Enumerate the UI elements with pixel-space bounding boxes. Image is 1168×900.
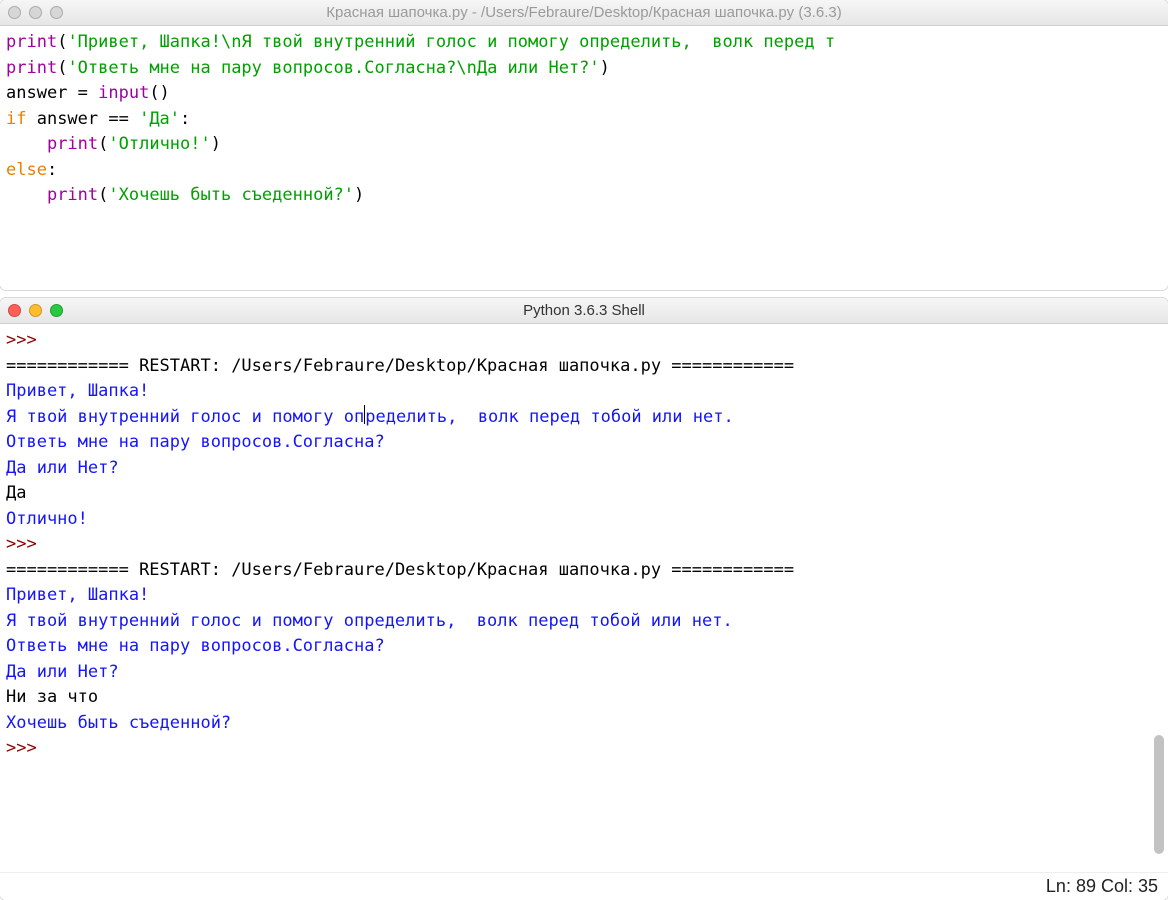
shell-output: Ответь мне на пару вопросов.Согласна? — [6, 432, 385, 452]
shell-output: Хочешь быть съеденной? — [6, 713, 231, 733]
scrollbar-thumb[interactable] — [1154, 735, 1164, 854]
shell-content[interactable]: >>> ============ RESTART: /Users/Febraur… — [0, 324, 1168, 792]
code-str: 'Хочешь быть съеденной?' — [108, 185, 354, 205]
code-fn: print — [6, 58, 57, 78]
cursor-position: Ln: 89 Col: 35 — [1046, 876, 1158, 897]
minimize-icon[interactable] — [29, 6, 42, 19]
shell-output: Да или Нет? — [6, 458, 119, 478]
shell-output: Я твой внутренний голос и помогу оп — [6, 407, 364, 427]
scrollbar-vertical[interactable] — [1152, 328, 1166, 870]
code-fn: print — [47, 185, 98, 205]
shell-titlebar[interactable]: Python 3.6.3 Shell — [0, 298, 1168, 324]
shell-output: ределить, волк перед тобой или нет. — [365, 407, 733, 427]
shell-restart-path: /Users/Febraure/Desktop/Красная шапочка.… — [231, 560, 671, 580]
shell-output: Да или Нет? — [6, 662, 119, 682]
editor-content[interactable]: print('Привет, Шапка!\nЯ твой внутренний… — [0, 26, 1168, 213]
shell-output: Отлично! — [6, 509, 88, 529]
code-txt: ( — [57, 58, 67, 78]
shell-prompt: >>> — [6, 738, 47, 758]
code-indent — [6, 185, 47, 205]
code-indent — [6, 134, 47, 154]
code-fn: print — [6, 32, 57, 52]
zoom-icon[interactable] — [50, 304, 63, 317]
code-fn: print — [47, 134, 98, 154]
minimize-icon[interactable] — [29, 304, 42, 317]
code-txt: answer == — [26, 109, 139, 129]
code-txt: ( — [98, 185, 108, 205]
code-txt: answer = — [6, 83, 98, 103]
editor-title: Красная шапочка.py - /Users/Febraure/Des… — [0, 4, 1168, 21]
code-fn: input — [98, 83, 149, 103]
shell-restart: RESTART: — [129, 356, 231, 376]
code-txt: () — [149, 83, 169, 103]
shell-output: Я твой внутренний голос и помогу определ… — [6, 611, 733, 631]
shell-statusbar: Ln: 89 Col: 35 — [0, 872, 1168, 900]
editor-window: Красная шапочка.py - /Users/Febraure/Des… — [0, 0, 1168, 290]
code-txt: ( — [98, 134, 108, 154]
code-txt: ) — [600, 58, 610, 78]
shell-restart: RESTART: — [129, 560, 231, 580]
close-icon[interactable] — [8, 304, 21, 317]
shell-prompt: >>> — [6, 534, 47, 554]
code-str: 'Привет, Шапка!\nЯ твой внутренний голос… — [67, 32, 835, 52]
close-icon[interactable] — [8, 6, 21, 19]
shell-output: Привет, Шапка! — [6, 585, 149, 605]
shell-output: Ответь мне на пару вопросов.Согласна? — [6, 636, 385, 656]
code-txt: : — [47, 160, 57, 180]
editor-titlebar[interactable]: Красная шапочка.py - /Users/Febraure/Des… — [0, 0, 1168, 26]
shell-user-input: Ни за что — [6, 687, 98, 707]
code-str: 'Да' — [139, 109, 180, 129]
shell-restart-sep: ============ — [6, 560, 129, 580]
code-str: 'Ответь мне на пару вопросов.Согласна?\n… — [67, 58, 599, 78]
code-txt: ( — [57, 32, 67, 52]
code-kw: if — [6, 109, 26, 129]
shell-restart-sep: ============ — [671, 356, 794, 376]
shell-user-input: Да — [6, 483, 26, 503]
editor-traffic-lights — [8, 6, 63, 19]
shell-output: Привет, Шапка! — [6, 381, 149, 401]
shell-restart-sep: ============ — [671, 560, 794, 580]
shell-restart-path: /Users/Febraure/Desktop/Красная шапочка.… — [231, 356, 671, 376]
code-str: 'Отлично!' — [108, 134, 210, 154]
shell-restart-sep: ============ — [6, 356, 129, 376]
shell-prompt: >>> — [6, 330, 47, 350]
code-kw: else — [6, 160, 47, 180]
shell-traffic-lights — [8, 304, 63, 317]
shell-window: Python 3.6.3 Shell >>> ============ REST… — [0, 298, 1168, 900]
code-txt: ) — [211, 134, 221, 154]
code-txt: ) — [354, 185, 364, 205]
zoom-icon[interactable] — [50, 6, 63, 19]
code-txt: : — [180, 109, 190, 129]
shell-title: Python 3.6.3 Shell — [0, 302, 1168, 319]
